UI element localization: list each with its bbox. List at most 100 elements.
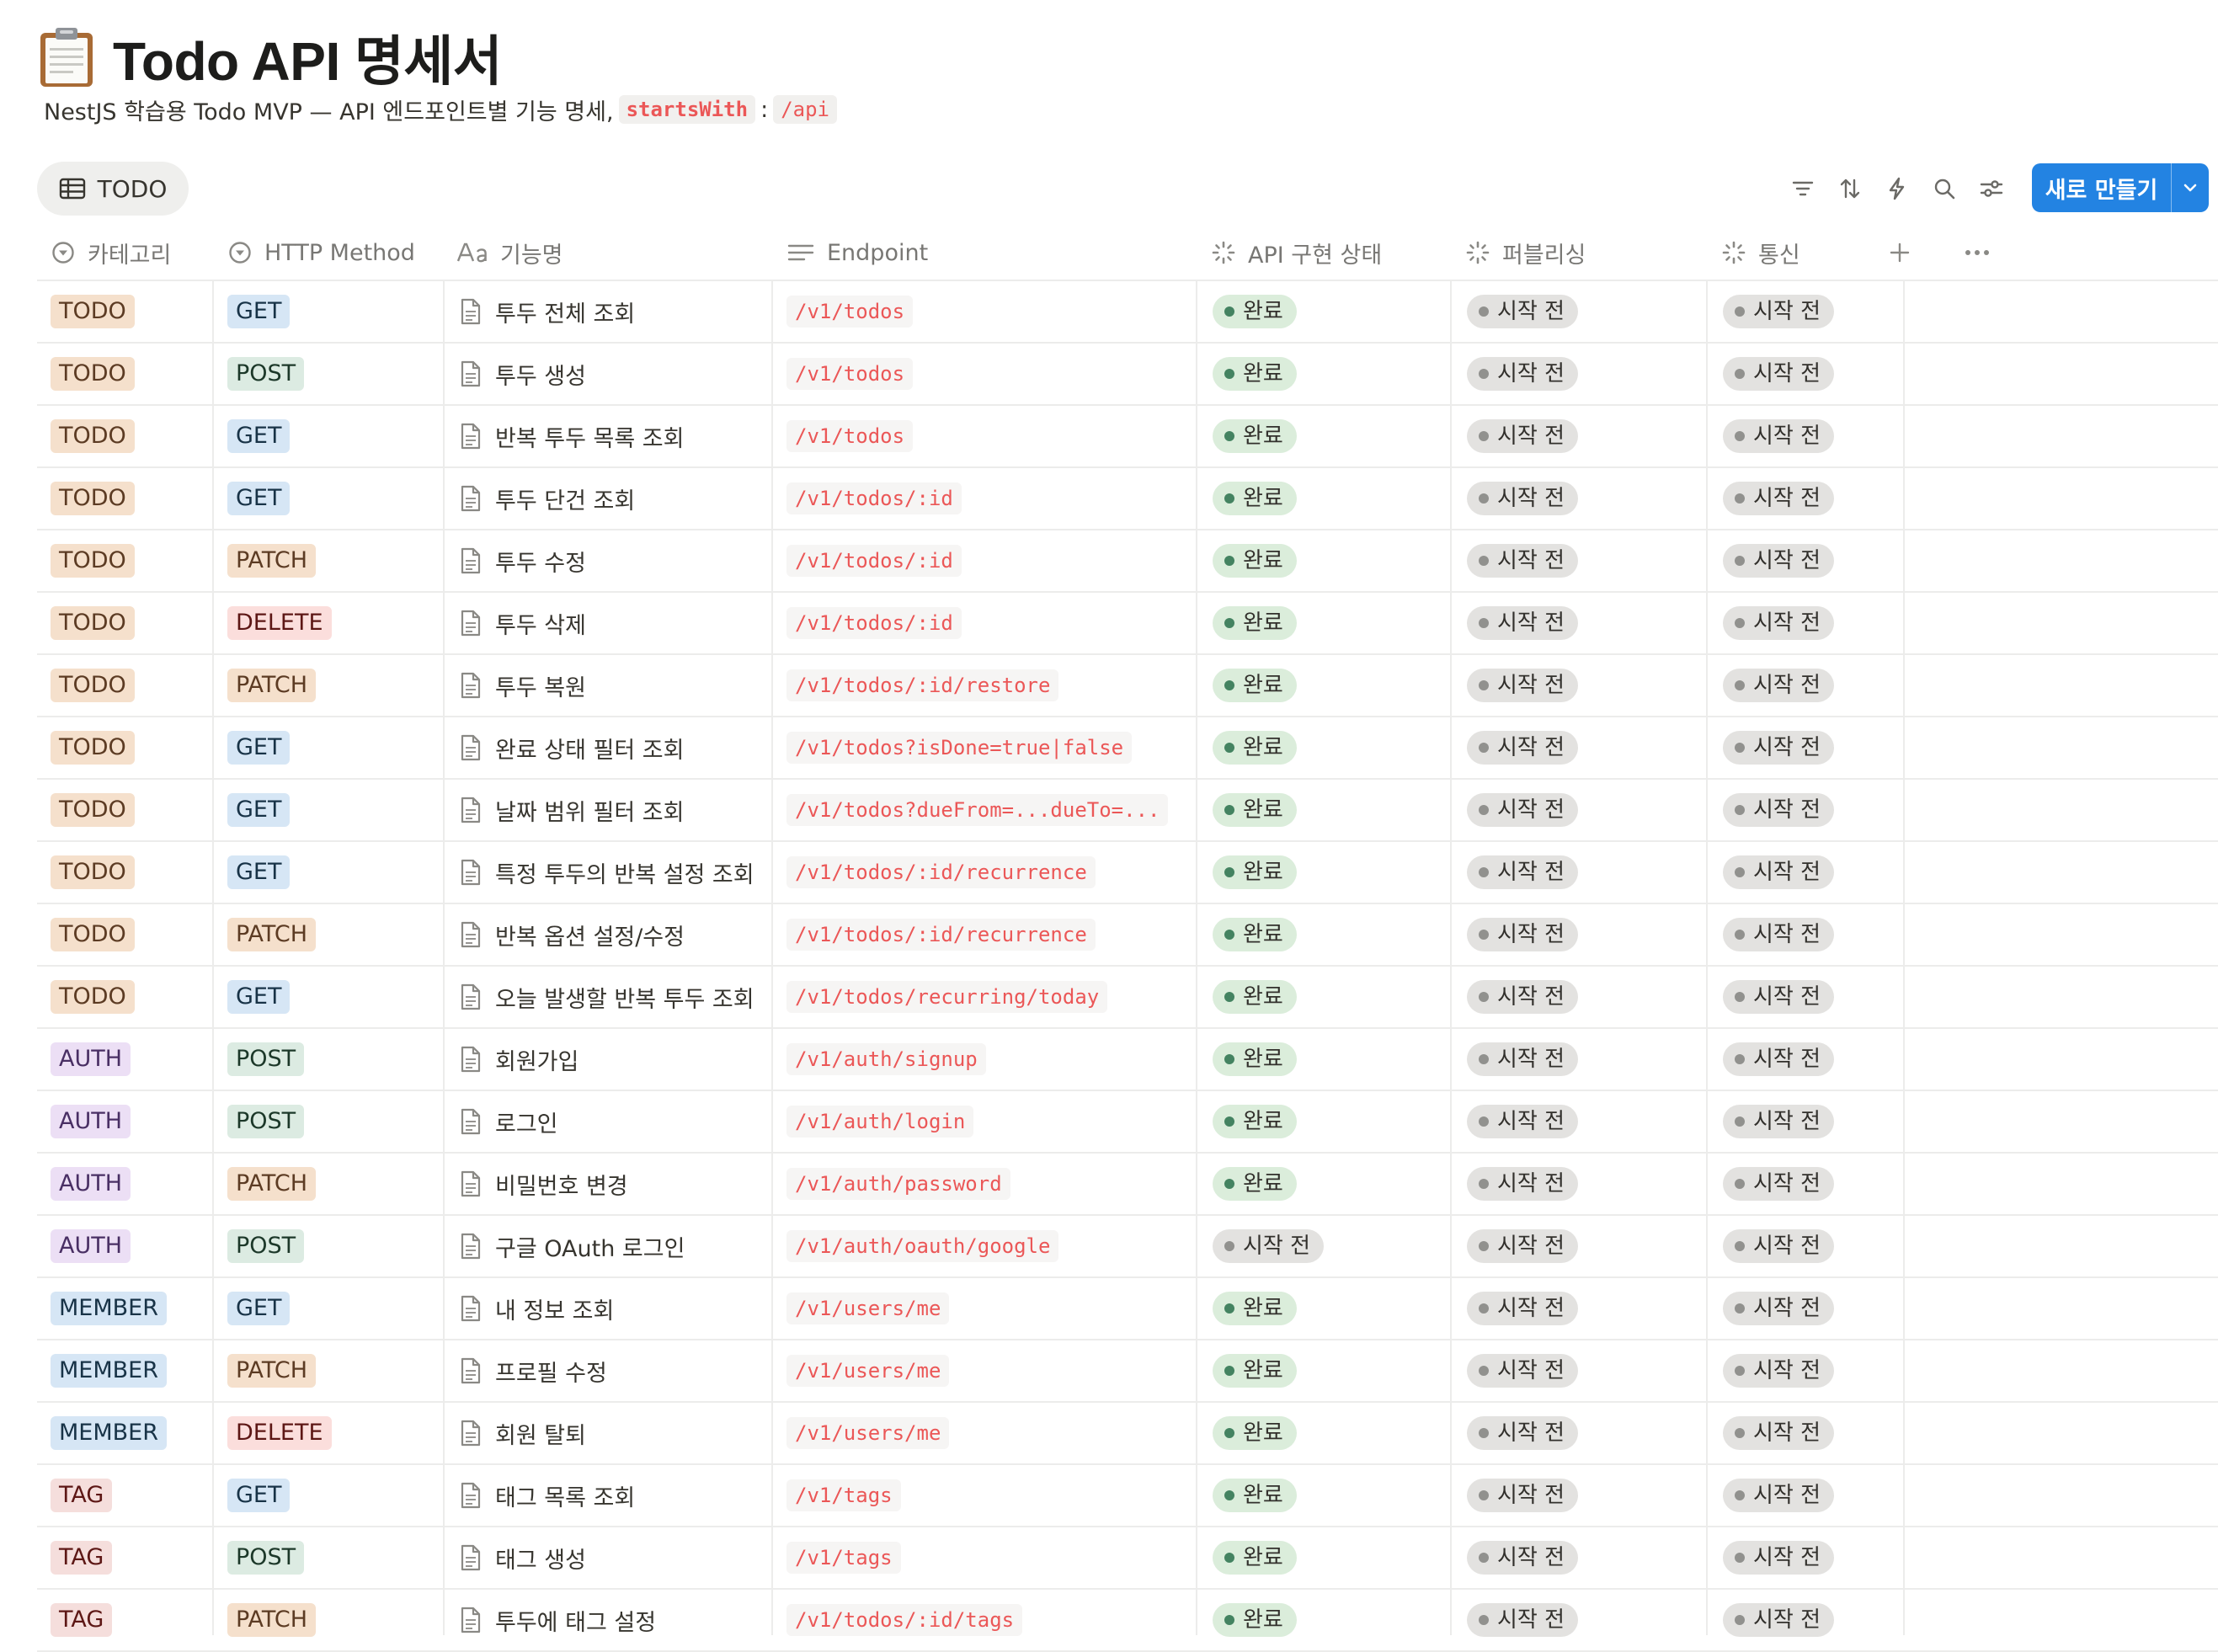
api-status-cell[interactable]: 완료 [1213, 1465, 1297, 1526]
endpoint-cell[interactable]: /v1/todos?dueFrom=...dueTo=... [786, 780, 1169, 840]
category-cell[interactable]: TODO [51, 842, 135, 903]
communication-cell[interactable]: 시작 전 [1723, 655, 1835, 716]
name-cell[interactable]: 완료 상태 필터 조회 [460, 717, 684, 778]
category-cell[interactable]: TODO [51, 780, 135, 840]
communication-cell[interactable]: 시작 전 [1723, 1216, 1835, 1276]
communication-cell[interactable]: 시작 전 [1723, 904, 1835, 965]
table-row[interactable]: AUTH PATCH 비밀번호 변경 /v1/auth/password 완료 … [37, 1154, 2218, 1216]
publishing-cell[interactable]: 시작 전 [1467, 593, 1579, 653]
endpoint-cell[interactable]: /v1/todos/recurring/today [786, 967, 1108, 1027]
method-cell[interactable]: POST [227, 1527, 305, 1588]
table-row[interactable]: AUTH POST 구글 OAuth 로그인 /v1/auth/oauth/go… [37, 1216, 2218, 1278]
method-cell[interactable]: PATCH [227, 655, 316, 716]
publishing-cell[interactable]: 시작 전 [1467, 1403, 1579, 1463]
name-cell[interactable]: 태그 생성 [460, 1527, 586, 1588]
endpoint-cell[interactable]: /v1/todos/:id/recurrence [786, 904, 1096, 965]
communication-cell[interactable]: 시작 전 [1723, 842, 1835, 903]
endpoint-cell[interactable]: /v1/todos/:id/recurrence [786, 842, 1096, 903]
publishing-cell[interactable]: 시작 전 [1467, 281, 1579, 342]
table-row[interactable]: TODO GET 투두 단건 조회 /v1/todos/:id 완료 시작 전 … [37, 468, 2218, 530]
name-cell[interactable]: 투두 수정 [460, 530, 586, 591]
name-cell[interactable]: 투두에 태그 설정 [460, 1590, 656, 1650]
api-status-cell[interactable]: 완료 [1213, 1091, 1297, 1152]
method-cell[interactable]: GET [227, 967, 291, 1027]
sort-icon[interactable] [1834, 173, 1866, 205]
endpoint-cell[interactable]: /v1/todos/:id/restore [786, 655, 1059, 716]
name-cell[interactable]: 로그인 [460, 1091, 558, 1152]
category-cell[interactable]: TAG [51, 1527, 113, 1588]
table-row[interactable]: TODO DELETE 투두 삭제 /v1/todos/:id 완료 시작 전 … [37, 593, 2218, 655]
api-status-cell[interactable]: 완료 [1213, 967, 1297, 1027]
publishing-cell[interactable]: 시작 전 [1467, 1465, 1579, 1526]
communication-cell[interactable]: 시작 전 [1723, 1340, 1835, 1401]
endpoint-cell[interactable]: /v1/auth/login [786, 1091, 974, 1152]
api-status-cell[interactable]: 완료 [1213, 842, 1297, 903]
publishing-cell[interactable]: 시작 전 [1467, 717, 1579, 778]
table-row[interactable]: TODO POST 투두 생성 /v1/todos 완료 시작 전 시작 전 [37, 344, 2218, 406]
category-cell[interactable]: TODO [51, 406, 135, 466]
method-cell[interactable]: GET [227, 1465, 291, 1526]
category-cell[interactable]: TAG [51, 1590, 113, 1650]
api-status-cell[interactable]: 완료 [1213, 1340, 1297, 1401]
communication-cell[interactable]: 시작 전 [1723, 1091, 1835, 1152]
publishing-cell[interactable]: 시작 전 [1467, 1154, 1579, 1214]
endpoint-cell[interactable]: /v1/users/me [786, 1403, 950, 1463]
category-cell[interactable]: TODO [51, 655, 135, 716]
method-cell[interactable]: GET [227, 717, 291, 778]
endpoint-cell[interactable]: /v1/users/me [786, 1278, 950, 1339]
method-cell[interactable]: GET [227, 842, 291, 903]
table-row[interactable]: TODO PATCH 투두 수정 /v1/todos/:id 완료 시작 전 시… [37, 530, 2218, 593]
category-cell[interactable]: TODO [51, 468, 135, 529]
publishing-cell[interactable]: 시작 전 [1467, 468, 1579, 529]
category-cell[interactable]: MEMBER [51, 1340, 167, 1401]
method-cell[interactable]: DELETE [227, 1403, 332, 1463]
more-options-button[interactable] [1960, 236, 1994, 269]
api-status-cell[interactable]: 완료 [1213, 1590, 1297, 1650]
method-cell[interactable]: PATCH [227, 1590, 316, 1650]
communication-cell[interactable]: 시작 전 [1723, 1403, 1835, 1463]
category-cell[interactable]: TODO [51, 967, 135, 1027]
communication-cell[interactable]: 시작 전 [1723, 1029, 1835, 1090]
lightning-icon[interactable] [1881, 173, 1913, 205]
method-cell[interactable]: GET [227, 281, 291, 342]
category-cell[interactable]: TAG [51, 1465, 113, 1526]
endpoint-cell[interactable]: /v1/todos [786, 281, 914, 342]
api-status-cell[interactable]: 완료 [1213, 593, 1297, 653]
api-status-cell[interactable]: 완료 [1213, 281, 1297, 342]
category-cell[interactable]: TODO [51, 904, 135, 965]
communication-cell[interactable]: 시작 전 [1723, 1465, 1835, 1526]
table-row[interactable]: TAG PATCH 투두에 태그 설정 /v1/todos/:id/tags 완… [37, 1590, 2218, 1652]
name-cell[interactable]: 프로필 수정 [460, 1340, 607, 1401]
table-row[interactable]: TODO PATCH 투두 복원 /v1/todos/:id/restore 완… [37, 655, 2218, 717]
api-status-cell[interactable]: 완료 [1213, 468, 1297, 529]
publishing-cell[interactable]: 시작 전 [1467, 1527, 1579, 1588]
name-cell[interactable]: 투두 복원 [460, 655, 586, 716]
name-cell[interactable]: 투두 생성 [460, 344, 586, 404]
publishing-cell[interactable]: 시작 전 [1467, 344, 1579, 404]
method-cell[interactable]: PATCH [227, 1154, 316, 1214]
table-row[interactable]: AUTH POST 로그인 /v1/auth/login 완료 시작 전 시작 … [37, 1091, 2218, 1154]
api-status-cell[interactable]: 완료 [1213, 655, 1297, 716]
communication-cell[interactable]: 시작 전 [1723, 1590, 1835, 1650]
table-row[interactable]: TAG POST 태그 생성 /v1/tags 완료 시작 전 시작 전 [37, 1527, 2218, 1590]
publishing-cell[interactable]: 시작 전 [1467, 530, 1579, 591]
api-status-cell[interactable]: 완료 [1213, 1154, 1297, 1214]
table-row[interactable]: TODO GET 투두 전체 조회 /v1/todos 완료 시작 전 시작 전 [37, 281, 2218, 344]
publishing-cell[interactable]: 시작 전 [1467, 1340, 1579, 1401]
method-cell[interactable]: GET [227, 468, 291, 529]
table-row[interactable]: TODO GET 날짜 범위 필터 조회 /v1/todos?dueFrom=.… [37, 780, 2218, 842]
table-row[interactable]: TAG GET 태그 목록 조회 /v1/tags 완료 시작 전 시작 전 [37, 1465, 2218, 1527]
category-cell[interactable]: TODO [51, 717, 135, 778]
communication-cell[interactable]: 시작 전 [1723, 717, 1835, 778]
category-cell[interactable]: MEMBER [51, 1403, 167, 1463]
column-header-method[interactable]: HTTP Method [227, 226, 415, 280]
method-cell[interactable]: POST [227, 344, 305, 404]
column-header-category[interactable]: 카테고리 [51, 226, 171, 280]
name-cell[interactable]: 투두 전체 조회 [460, 281, 635, 342]
category-cell[interactable]: TODO [51, 530, 135, 591]
view-tab-todo[interactable]: TODO [37, 162, 189, 216]
api-status-cell[interactable]: 완료 [1213, 1278, 1297, 1339]
endpoint-cell[interactable]: /v1/todos/:id [786, 530, 962, 591]
new-button[interactable]: 새로 만들기 [2032, 172, 2171, 205]
name-cell[interactable]: 특정 투두의 반복 설정 조회 [460, 842, 754, 903]
